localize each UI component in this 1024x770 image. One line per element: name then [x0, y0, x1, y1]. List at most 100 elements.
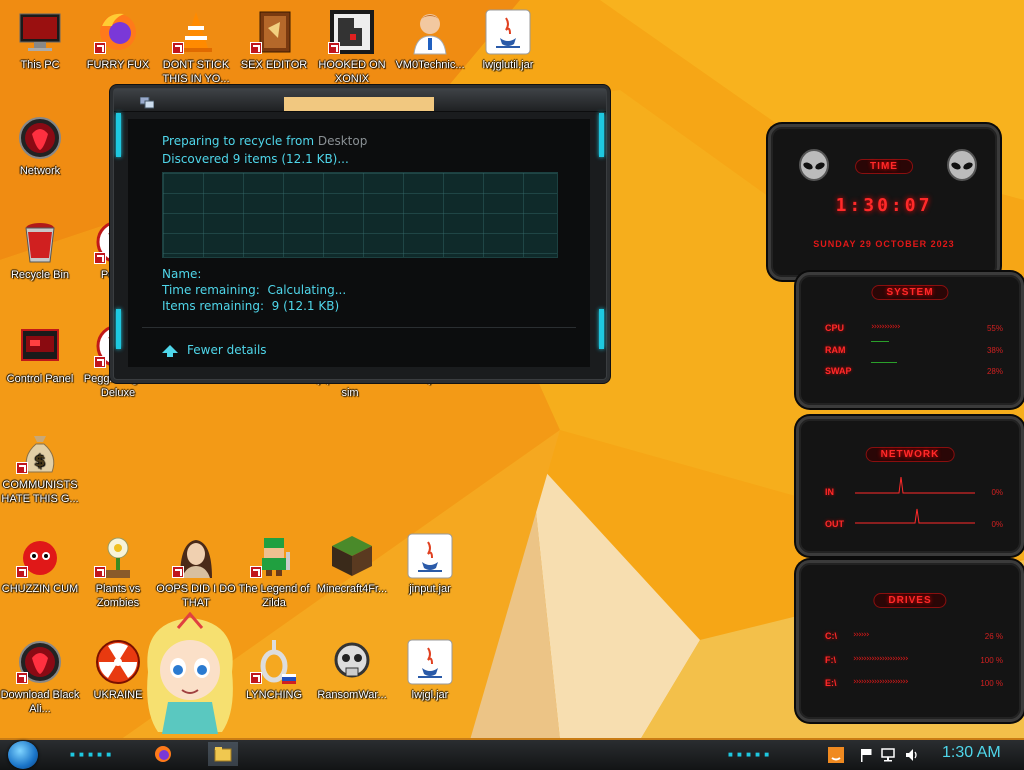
- preparing-source: Desktop: [317, 134, 368, 148]
- desktop-icon-sex-editor[interactable]: SEX EDITOR: [234, 8, 314, 72]
- fewer-details-button[interactable]: Fewer details: [187, 343, 267, 357]
- java-icon: [485, 9, 531, 55]
- desktop-icon-minecraft[interactable]: Minecraft4Fr...: [312, 532, 392, 596]
- start-button[interactable]: [8, 741, 38, 769]
- dialog-title-redacted: [284, 97, 434, 111]
- flag-icon[interactable]: [858, 747, 874, 763]
- desktop-icon-this-pc[interactable]: This PC: [0, 8, 80, 72]
- ram-value: 38%: [986, 346, 1003, 355]
- taskbar-clock[interactable]: 1:30 AM: [942, 744, 1001, 762]
- cpu-meter: ›››››››››››: [871, 322, 901, 332]
- desktop-icon-plants-vs-zombies[interactable]: Plants vs Zombies: [78, 532, 158, 610]
- drive-e-value: 100 %: [980, 679, 1003, 688]
- desktop-icon-legend-of-zilda[interactable]: The Legend of Zilda: [234, 532, 314, 610]
- file-explorer-icon: [214, 747, 232, 762]
- desktop-icon-label: UKRAINE: [93, 689, 143, 701]
- drives-gadget-title: DRIVES: [873, 593, 947, 608]
- drive-c-value: 26 %: [984, 632, 1003, 641]
- frame-glow-left-bottom: [116, 309, 121, 349]
- java-icon: [407, 639, 453, 685]
- desktop-icon-recycle-bin[interactable]: Recycle Bin: [0, 218, 80, 282]
- desktop-icon-label: DONT STICK THIS IN YO...: [162, 59, 230, 85]
- dialog-separator: [142, 327, 576, 328]
- desktop-icon-label: Network: [19, 165, 61, 177]
- network-gadget-title: NETWORK: [865, 447, 955, 462]
- drive-f-value: 100 %: [980, 656, 1003, 665]
- items-remaining-value: 9 (12.1 KB): [271, 299, 340, 313]
- desktop-icon-control-panel[interactable]: Control Panel: [0, 322, 80, 386]
- desktop-icon-label: RansomWar...: [317, 689, 387, 701]
- desktop-icon-label: lwjglutil.jar: [482, 59, 534, 71]
- gadget-clock: 1:30:07: [835, 195, 933, 216]
- desktop-icon-vm0technic[interactable]: VM0Technic...: [390, 8, 470, 72]
- radiation-icon: [96, 640, 140, 684]
- desktop-icon-label: HOOKED ON XONIX: [318, 59, 386, 85]
- time-remaining-value: Calculating...: [267, 283, 347, 297]
- time-remaining-label: Time remaining:: [162, 283, 260, 297]
- drive-e-meter: ›››››››››››››››››››››: [853, 677, 909, 687]
- cpu-value: 55%: [986, 324, 1003, 333]
- network-alien-icon: [19, 117, 61, 159]
- drives-gadget[interactable]: DRIVES C:\ ›››››› 26 % F:\ ›››››››››››››…: [796, 560, 1024, 722]
- desktop-icon-network[interactable]: Network: [0, 114, 80, 178]
- preparing-prefix: Preparing to recycle from: [162, 134, 318, 148]
- alien-head-left-icon: [799, 149, 829, 181]
- desktop-icon-furry-fux[interactable]: FURRY FUX: [78, 8, 158, 72]
- control-panel-icon: [21, 329, 59, 361]
- desktop-icon-lwjglutil-jar[interactable]: lwjglutil.jar: [468, 8, 548, 72]
- desktop-icon-download-black-alien[interactable]: Download Black Ali...: [0, 638, 80, 716]
- skull-icon: [334, 642, 370, 678]
- cartoon-character-image: [147, 612, 233, 734]
- desktop-icon-label: Control Panel: [6, 373, 74, 385]
- time-gadget[interactable]: TIME 1:30:07 SUNDAY 29 OCTOBER 2023: [768, 124, 1000, 280]
- ram-meter: [871, 341, 889, 342]
- volume-icon[interactable]: [904, 747, 920, 763]
- desktop-icon-communists[interactable]: $ COMMUNISTS HATE THIS G...: [0, 428, 80, 506]
- desktop-icon-label: The Legend of Zilda: [238, 583, 310, 609]
- desktop-icon-lynching[interactable]: LYNCHING: [234, 638, 314, 702]
- network-icon[interactable]: [880, 747, 896, 763]
- taskbar-decoration-left: ■ ■ ■ ■ ■: [70, 750, 113, 759]
- taskbar-firefox[interactable]: [148, 742, 178, 766]
- desktop-icon-label: jinput.jar: [409, 583, 451, 595]
- gadget-date: SUNDAY 29 OCTOBER 2023: [813, 239, 955, 249]
- desktop-icon-label: FURRY FUX: [86, 59, 150, 71]
- system-gadget[interactable]: SYSTEM CPU ››››››››››› 55% RAM 38% SWAP …: [796, 272, 1024, 408]
- doctor-avatar-icon: [413, 14, 447, 55]
- alien-head-right-icon: [947, 149, 977, 181]
- desktop-icon-label: lwjgl.jar: [411, 689, 449, 701]
- desktop-icon-jinput-jar[interactable]: jinput.jar: [390, 532, 470, 596]
- desktop-icon-label: Minecraft4Fr...: [316, 583, 388, 595]
- desktop-icon-label: LYNCHING: [245, 689, 303, 701]
- file-transfer-icon: [140, 97, 154, 109]
- taskbar-file-explorer[interactable]: [208, 742, 238, 766]
- desktop-icon-label: Download Black Ali...: [0, 689, 80, 715]
- desktop-icon-label: Plants vs Zombies: [95, 583, 141, 609]
- desktop-icon-label: VM0Technic...: [395, 59, 465, 71]
- recycle-bin-icon: [25, 223, 55, 263]
- drive-e-label: E:\: [825, 678, 837, 688]
- network-in-graph: [855, 476, 975, 494]
- items-remaining-label: Items remaining:: [162, 299, 265, 313]
- drive-c-meter: ››››››: [853, 630, 870, 640]
- swap-label: SWAP: [825, 366, 852, 376]
- desktop-icon-hooked-on-xonix[interactable]: HOOKED ON XONIX: [312, 8, 392, 86]
- network-gadget[interactable]: NETWORK IN 0% OUT 0%: [796, 416, 1024, 556]
- minecraft-block-icon: [332, 536, 372, 576]
- desktop-icon-label: COMMUNISTS HATE THIS G...: [1, 479, 79, 505]
- desktop-icon-chuzzin[interactable]: CHUZZIN CUM: [0, 532, 80, 596]
- desktop-icon-dont-stick[interactable]: DONT STICK THIS IN YO...: [156, 8, 236, 86]
- java-tray-icon[interactable]: [828, 747, 844, 763]
- frame-glow-right-bottom: [599, 309, 604, 349]
- desktop-icon-ransomware[interactable]: RansomWar...: [312, 638, 392, 702]
- computer-icon: [19, 13, 61, 51]
- network-in-value: 0%: [991, 488, 1003, 497]
- java-icon: [407, 533, 453, 579]
- collapse-arrow-icon[interactable]: [162, 345, 178, 357]
- drive-f-meter: ›››››››››››››››››››››: [853, 654, 909, 664]
- desktop-icon-lwjgl-jar[interactable]: lwjgl.jar: [390, 638, 470, 702]
- desktop-icon-oops[interactable]: OOPS DID I DO THAT: [156, 532, 236, 610]
- preparing-text: Preparing to recycle from Desktop: [162, 134, 367, 148]
- swap-value: 28%: [986, 367, 1003, 376]
- progress-graph: [162, 172, 558, 258]
